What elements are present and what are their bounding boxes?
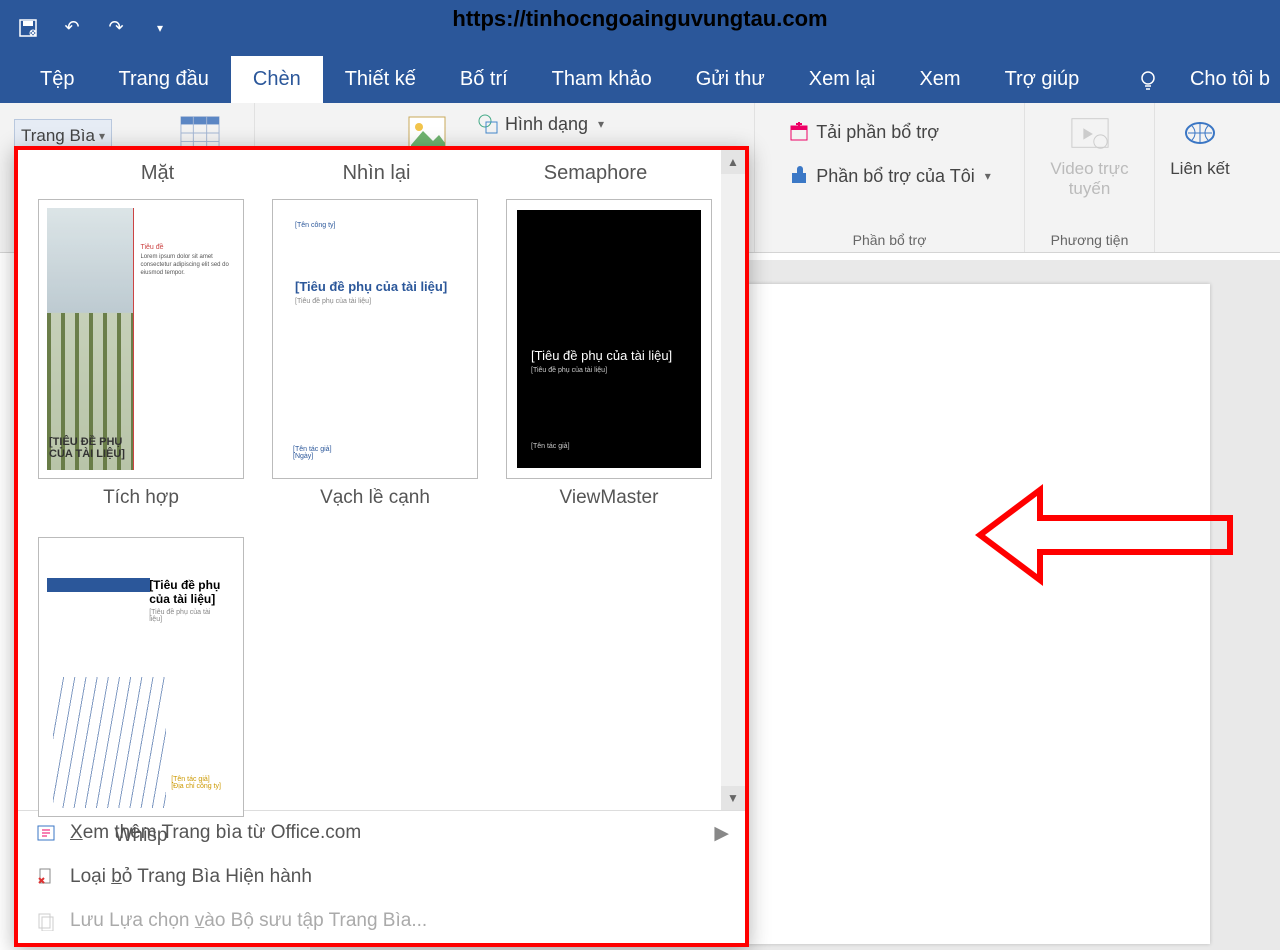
my-addins-label: Phần bổ trợ của Tôi <box>816 166 975 187</box>
tell-me-input[interactable]: Cho tôi b <box>1168 56 1270 103</box>
tab-references[interactable]: Tham khảo <box>530 56 674 103</box>
remove-cover-menuitem[interactable]: Loại bỏ Trang Bìa Hiện hành <box>18 855 745 899</box>
gallery-header: Mặt <box>48 162 267 185</box>
undo-icon[interactable]: ↶ <box>54 10 90 46</box>
tab-view[interactable]: Xem <box>897 56 982 103</box>
links-label: Liên kết <box>1170 159 1230 179</box>
thumb-subtitle: [Tiêu đề phụ của tài liệu] <box>295 279 455 294</box>
remove-page-icon <box>34 865 58 889</box>
cover-page-gallery: Mặt Nhìn lại Semaphore Tiêu đề Lorem ips… <box>14 146 749 947</box>
thumb-subtitle: [Tiêu đề phụ của tài liệu] <box>531 348 687 363</box>
tab-file[interactable]: Tệp <box>18 56 96 103</box>
tab-design[interactable]: Thiết kế <box>323 56 438 103</box>
thumb-subtitle: [Tiêu đề phụ của tài liệu] <box>149 578 223 606</box>
my-addins-button[interactable]: Phần bổ trợ của Tôi <box>780 161 999 191</box>
scroll-up-icon[interactable]: ▲ <box>721 150 745 174</box>
tab-insert[interactable]: Chèn <box>231 56 323 103</box>
cover-label: ViewMaster <box>560 487 659 509</box>
shapes-icon <box>477 113 499 135</box>
cover-item-tichhop[interactable]: Tiêu đề Lorem ipsum dolor sit amet conse… <box>38 199 244 509</box>
shapes-button[interactable]: Hình dạng <box>469 109 612 139</box>
redo-icon[interactable]: ↷ <box>98 10 134 46</box>
lightbulb-icon <box>1128 69 1168 91</box>
save-selection-label: Lưu Lựa chọn vào Bộ sưu tập Trang Bìa... <box>70 910 427 932</box>
tab-mailings[interactable]: Gửi thư <box>674 56 787 103</box>
gallery-scrollbar[interactable]: ▲ ▼ <box>721 150 745 810</box>
tab-review[interactable]: Xem lại <box>787 56 898 103</box>
addins-icon <box>788 165 810 187</box>
cover-thumb: Tiêu đề Lorem ipsum dolor sit amet conse… <box>38 199 244 479</box>
tab-help[interactable]: Trợ giúp <box>983 56 1102 103</box>
save-gallery-icon <box>34 909 58 933</box>
watermark-url: https://tinhocngoainguvungtau.com <box>452 6 827 32</box>
save-selection-menuitem: Lưu Lựa chọn vào Bộ sưu tập Trang Bìa... <box>18 899 745 943</box>
title-bar: ↶ ↷ ▾ https://tinhocngoainguvungtau.com <box>0 0 1280 55</box>
cover-label: Vạch lề cạnh <box>320 487 430 509</box>
scroll-down-icon[interactable]: ▼ <box>721 786 745 810</box>
remove-cover-label: Loại bỏ Trang Bìa Hiện hành <box>70 866 312 888</box>
addins-group-label: Phần bổ trợ <box>853 228 927 248</box>
shapes-label: Hình dạng <box>505 114 588 135</box>
cover-thumb: [Tên công ty] [Tiêu đề phụ của tài liệu]… <box>272 199 478 479</box>
gallery-header: Semaphore <box>486 162 705 185</box>
get-addins-button[interactable]: Tải phần bổ trợ <box>780 117 947 147</box>
cover-label: Tích hợp <box>103 487 179 509</box>
ribbon-tabs: Tệp Trang đầu Chèn Thiết kế Bố trí Tham … <box>0 55 1280 103</box>
gallery-header: Nhìn lại <box>267 162 486 185</box>
cover-label: Whisp <box>115 825 168 847</box>
annotation-arrow-icon <box>970 480 1240 590</box>
cover-item-viewmaster[interactable]: [Tiêu đề phụ của tài liệu] [Tiêu đề phụ … <box>506 199 712 509</box>
online-video-label: Video trực tuyến <box>1045 159 1135 200</box>
thumb-subtitle: [TIÊU ĐỀ PHỤ CỦA TÀI LIỆU] <box>49 436 139 460</box>
links-button[interactable]: Liên kết <box>1155 109 1245 179</box>
qat-customize-icon[interactable]: ▾ <box>142 10 178 46</box>
media-group-label: Phương tiện <box>1051 228 1129 248</box>
store-icon <box>788 121 810 143</box>
chevron-right-icon: ▶ <box>714 822 729 845</box>
online-video-button: Video trực tuyến <box>1045 109 1135 200</box>
video-icon <box>1070 113 1110 153</box>
save-icon[interactable] <box>10 10 46 46</box>
cover-item-whisp[interactable]: [Tiêu đề phụ của tài liệu] [Tiêu đề phụ … <box>38 537 244 847</box>
tab-home[interactable]: Trang đầu <box>96 56 230 103</box>
tab-layout[interactable]: Bố trí <box>438 56 530 103</box>
cover-thumb: [Tiêu đề phụ của tài liệu] [Tiêu đề phụ … <box>506 199 712 479</box>
link-icon <box>1180 113 1220 153</box>
cover-item-vachlecanh[interactable]: [Tên công ty] [Tiêu đề phụ của tài liệu]… <box>272 199 478 509</box>
get-addins-label: Tải phần bổ trợ <box>816 122 939 143</box>
cover-thumb: [Tiêu đề phụ của tài liệu] [Tiêu đề phụ … <box>38 537 244 817</box>
